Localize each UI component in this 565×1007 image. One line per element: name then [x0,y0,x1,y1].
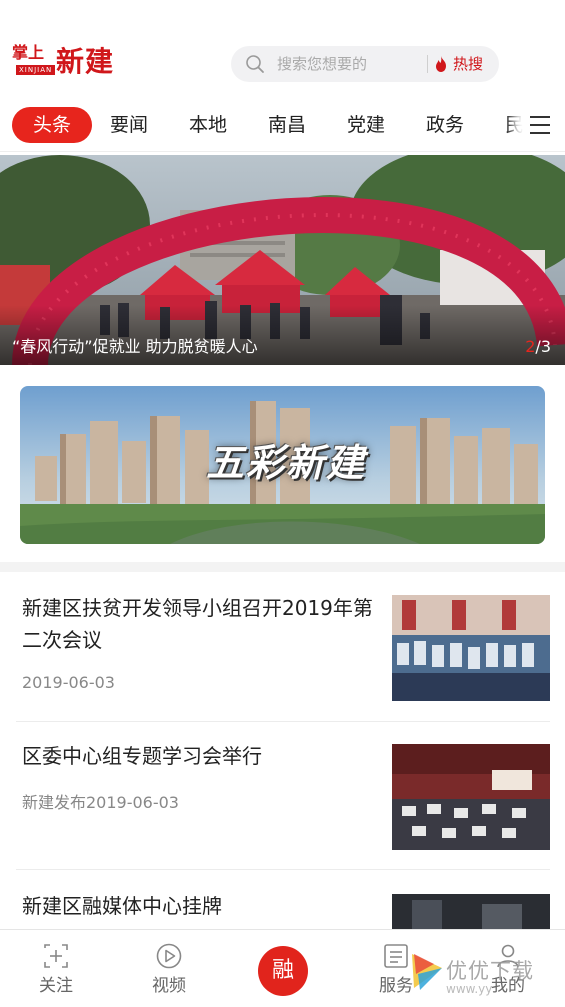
news-title[interactable]: 区委中心组专题学习会举行 [22,740,378,772]
watermark-url: www.yy [446,982,493,996]
students-photo [392,595,550,701]
tab-nanchang[interactable]: 南昌 [268,107,306,143]
app-header: 掌上 XINJIAN 新建 搜索您想要的 热搜 [0,0,565,100]
news-item[interactable]: 区委中心组专题学习会举行 新建发布2019-06-03 [0,722,565,870]
tab-government[interactable]: 政务 [426,107,464,143]
nav-follow-label: 关注 [39,976,73,996]
tab-livelihood[interactable]: 民 [505,107,524,143]
news-source-date: 新建发布2019-06-03 [22,793,179,812]
meeting-photo [392,744,550,850]
logo-top-text: 掌上 [12,43,45,62]
news-item[interactable]: 新建区扶贫开发领导小组召开2019年第二次会议 2019-06-03 [0,572,565,722]
news-thumbnail[interactable] [392,595,550,701]
news-thumbnail[interactable] [392,744,550,850]
search-placeholder: 搜索您想要的 [277,55,368,73]
nav-video-label: 视频 [152,976,186,996]
logo-main-text: 新建 [56,45,115,78]
promo-title: 五彩新建 [205,440,366,485]
news-title[interactable]: 新建区融媒体中心挂牌 [22,890,378,922]
media-center-button[interactable]: 融 [258,946,308,996]
hot-search-button[interactable]: 热搜 [453,54,483,74]
channel-tabs: 头条 要闻 本地 南昌 党建 政务 民 [0,100,565,152]
banner-page-current: 2 [525,337,536,356]
nav-follow[interactable]: 关注 [26,930,86,1007]
watermark-text: 优优下载 [446,959,534,983]
search-bar[interactable]: 搜索您想要的 热搜 [231,46,499,82]
flame-icon [436,56,446,72]
tab-important-news[interactable]: 要闻 [110,107,148,143]
banner-page-indicator: 2/3 [525,337,551,357]
banner-caption[interactable]: “春风行动”促就业 助力脱贫暖人心 [12,337,258,357]
news-thumbnail[interactable] [392,894,550,930]
app-logo: 掌上 XINJIAN 新建 [12,44,124,84]
follow-plus-icon [44,944,68,968]
search-divider [427,55,428,73]
tab-party-building[interactable]: 党建 [347,107,385,143]
tab-headlines[interactable]: 头条 [12,107,92,143]
nav-video[interactable]: 视频 [139,930,199,1007]
banner-page-total: /3 [535,337,551,356]
section-divider [0,562,565,572]
search-icon [246,55,264,73]
tab-local[interactable]: 本地 [189,107,227,143]
banner-carousel[interactable]: “春风行动”促就业 助力脱贫暖人心 2/3 [0,155,565,365]
ceremony-photo [392,894,550,930]
logo-english-text: XINJIAN [16,65,56,75]
hamburger-menu-icon[interactable] [523,110,557,140]
news-title[interactable]: 新建区扶贫开发领导小组召开2019年第二次会议 [22,592,378,656]
news-item[interactable]: 新建区融媒体中心挂牌 [0,870,565,930]
news-date: 2019-06-03 [22,673,115,692]
video-play-icon [156,943,182,969]
promo-banner[interactable]: 五彩新建 [20,386,545,544]
